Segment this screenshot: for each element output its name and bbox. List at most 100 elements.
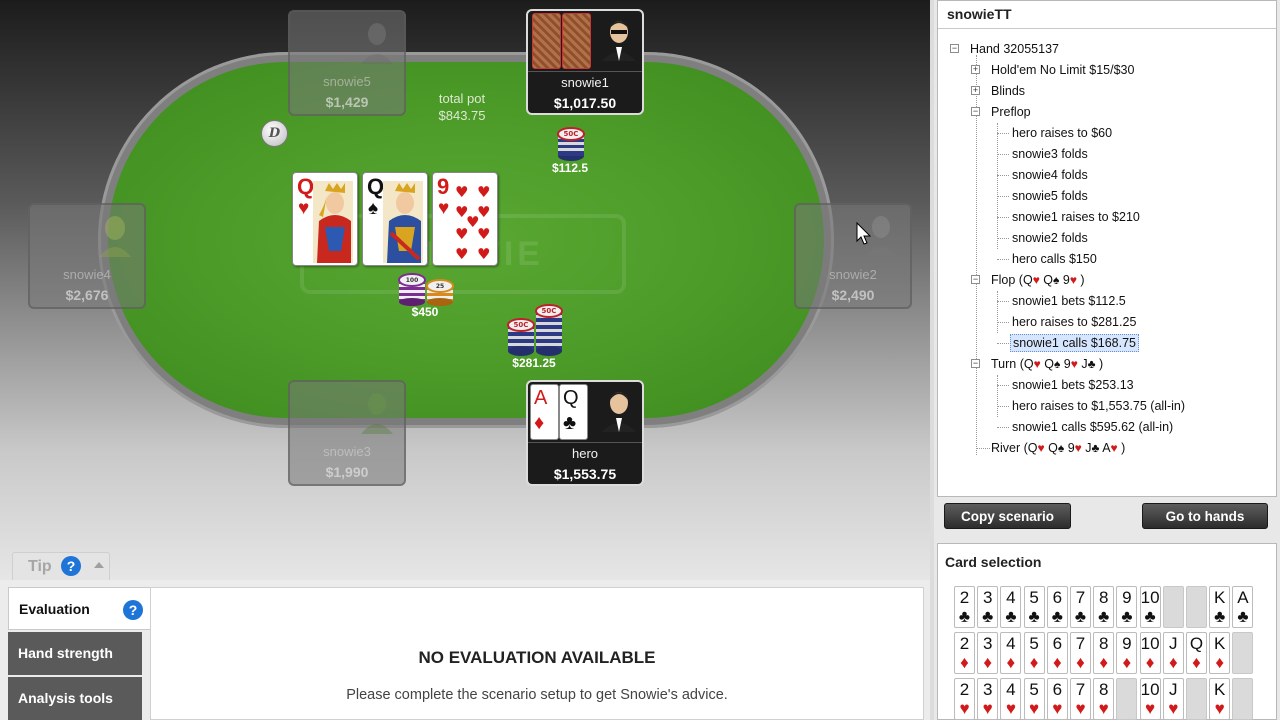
seat-snowie1[interactable]: snowie1 $1,017.50 bbox=[526, 9, 644, 115]
card-select-cell[interactable]: K ♦ bbox=[1209, 632, 1231, 674]
card-select-cell[interactable]: 3 ♥ bbox=[977, 678, 999, 720]
card-select-cell[interactable]: 10 ♥ bbox=[1139, 678, 1161, 720]
seat-name: snowie2 bbox=[829, 267, 877, 282]
card-select-cell[interactable]: 6 ♣ bbox=[1046, 586, 1068, 628]
tree-node-action-selected[interactable]: snowie1 calls $168.75 bbox=[1010, 334, 1139, 352]
card-rank: Q bbox=[1189, 634, 1204, 653]
tree-node-action[interactable]: snowie5 folds bbox=[1012, 187, 1088, 205]
tree-node-river[interactable]: River (Q♥ Q♠ 9♥ J♣ A♥ ) bbox=[991, 439, 1125, 457]
card-select-cell[interactable]: J ♥ bbox=[1162, 678, 1184, 720]
tree-node-action[interactable]: snowie2 folds bbox=[1012, 229, 1088, 247]
collapse-toggle[interactable]: − bbox=[971, 275, 980, 284]
chevron-up-icon[interactable] bbox=[94, 562, 104, 568]
card-rank: 8 bbox=[1098, 680, 1109, 699]
card-select-cell[interactable]: 9 ♣ bbox=[1116, 586, 1138, 628]
card-select-cell[interactable]: 2 ♣ bbox=[954, 586, 975, 628]
seat-hero[interactable]: A ♦ Q ♣ hero $1,553.75 bbox=[526, 380, 644, 486]
seat-snowie4[interactable]: snowie4 $2,676 bbox=[28, 203, 146, 309]
help-icon[interactable]: ? bbox=[123, 600, 143, 620]
hand-history-panel: snowieTT − Hand 32055137 + Hold'em No Li… bbox=[937, 0, 1277, 497]
card-select-cell[interactable]: 6 ♦ bbox=[1046, 632, 1068, 674]
player-avatar-icon bbox=[602, 392, 636, 432]
suit-icon: ♣ bbox=[982, 607, 994, 626]
board-card-3: 9 ♥ ♥ ♥ ♥ ♥ ♥ ♥ ♥ ♥ ♥ bbox=[432, 172, 498, 266]
suit-icon: ♦ bbox=[1099, 653, 1109, 672]
tab-analysis-tools[interactable]: Analysis tools bbox=[8, 677, 142, 720]
tree-node-action[interactable]: snowie1 raises to $210 bbox=[1012, 208, 1140, 226]
card-select-cell[interactable]: K ♣ bbox=[1209, 586, 1231, 628]
card-select-cell[interactable]: Q ♦ bbox=[1186, 632, 1207, 674]
card-select-cell[interactable]: J ♦ bbox=[1162, 632, 1184, 674]
card-select-cell[interactable]: 4 ♦ bbox=[1000, 632, 1022, 674]
help-icon[interactable]: ? bbox=[61, 556, 81, 576]
tab-hand-strength[interactable]: Hand strength bbox=[8, 632, 142, 675]
collapse-toggle[interactable]: − bbox=[971, 359, 980, 368]
card-select-cell[interactable]: 5 ♥ bbox=[1023, 678, 1045, 720]
card-rank: 2 bbox=[959, 680, 970, 699]
card-select-cell[interactable]: 6 ♥ bbox=[1046, 678, 1068, 720]
card-rank: 7 bbox=[1075, 588, 1086, 607]
tree-node-game[interactable]: Hold'em No Limit $15/$30 bbox=[991, 61, 1134, 79]
card-select-cell[interactable]: 8 ♦ bbox=[1093, 632, 1115, 674]
card-select-cell[interactable]: 9 ♦ bbox=[1116, 632, 1138, 674]
card-select-cell[interactable]: 5 ♣ bbox=[1023, 586, 1045, 628]
tree-node-action[interactable]: hero raises to $1,553.75 (all-in) bbox=[1012, 397, 1185, 415]
card-select-cell[interactable]: A ♣ bbox=[1232, 586, 1254, 628]
expand-toggle[interactable]: + bbox=[971, 65, 980, 74]
seat-snowie5[interactable]: snowie5 $1,429 bbox=[288, 10, 406, 116]
tree-node-action[interactable]: snowie1 bets $112.5 bbox=[1012, 292, 1126, 310]
copy-scenario-button[interactable]: Copy scenario bbox=[944, 503, 1071, 529]
card-rank: 5 bbox=[1029, 680, 1039, 699]
tree-node-hand[interactable]: Hand 32055137 bbox=[970, 40, 1059, 58]
chip-label: 50C bbox=[514, 321, 529, 329]
chip-label: 50C bbox=[542, 307, 557, 315]
card-select-cell[interactable]: 2 ♦ bbox=[954, 632, 975, 674]
tree-node-preflop[interactable]: Preflop bbox=[991, 103, 1031, 121]
card-select-cell[interactable]: 4 ♥ bbox=[1000, 678, 1022, 720]
suit-icon: ♦ bbox=[1122, 653, 1132, 672]
heart-icon: ♥ bbox=[1032, 273, 1040, 287]
collapse-toggle[interactable]: − bbox=[971, 107, 980, 116]
card-select-cell[interactable]: 3 ♦ bbox=[977, 632, 999, 674]
tree-node-action[interactable]: snowie3 folds bbox=[1012, 145, 1088, 163]
poker-table-area: SNOWIE total pot $843.75 D snowie5 $1,42… bbox=[0, 0, 930, 580]
card-select-cell[interactable]: 7 ♥ bbox=[1070, 678, 1091, 720]
card-select-cell[interactable]: 5 ♦ bbox=[1023, 632, 1045, 674]
card-select-cell[interactable]: 4 ♣ bbox=[1000, 586, 1022, 628]
tree-node-flop[interactable]: Flop (Q♥ Q♠ 9♥ ) bbox=[991, 271, 1085, 289]
tab-evaluation[interactable]: Evaluation ? bbox=[8, 587, 150, 630]
card-select-cell[interactable]: 3 ♣ bbox=[977, 586, 999, 628]
card-select-cell[interactable]: 7 ♣ bbox=[1070, 586, 1091, 628]
nine-pips-icon: ♥ ♥ ♥ ♥ ♥ ♥ ♥ ♥ ♥ bbox=[455, 183, 490, 263]
card-select-cell[interactable]: 2 ♥ bbox=[954, 678, 975, 720]
card-select-cell[interactable]: 8 ♥ bbox=[1093, 678, 1115, 720]
tree-node-action[interactable]: hero raises to $281.25 bbox=[1012, 313, 1136, 331]
card-select-cell[interactable]: 10 ♦ bbox=[1139, 632, 1161, 674]
tree-node-action[interactable]: snowie1 calls $595.62 (all-in) bbox=[1012, 418, 1173, 436]
chip-label: 100 bbox=[406, 277, 419, 284]
tree-node-action[interactable]: snowie4 folds bbox=[1012, 166, 1088, 184]
tree-node-turn[interactable]: Turn (Q♥ Q♠ 9♥ J♣ ) bbox=[991, 355, 1103, 373]
seat-snowie2[interactable]: snowie2 $2,490 bbox=[794, 203, 912, 309]
card-select-cell[interactable]: K ♥ bbox=[1209, 678, 1231, 720]
seat-snowie3[interactable]: snowie3 $1,990 bbox=[288, 380, 406, 486]
expand-toggle[interactable]: + bbox=[971, 86, 980, 95]
go-to-hands-button[interactable]: Go to hands bbox=[1142, 503, 1268, 529]
tree-node-action[interactable]: snowie1 bets $253.13 bbox=[1012, 376, 1134, 394]
tree-node-blinds[interactable]: Blinds bbox=[991, 82, 1025, 100]
card-select-cell[interactable]: 8 ♣ bbox=[1093, 586, 1115, 628]
tree-node-action[interactable]: hero raises to $60 bbox=[1012, 124, 1112, 142]
total-pot: total pot $843.75 bbox=[420, 90, 504, 124]
card-rank: K bbox=[1214, 634, 1226, 653]
heart-icon: ♥ bbox=[1069, 273, 1077, 287]
collapse-toggle[interactable]: − bbox=[950, 44, 959, 53]
card-rank: 9 bbox=[1122, 634, 1132, 653]
card-select-cell[interactable]: 7 ♦ bbox=[1070, 632, 1091, 674]
seat-name: snowie5 bbox=[323, 74, 371, 89]
tree-node-action[interactable]: hero calls $150 bbox=[1012, 250, 1097, 268]
suit-icon: ♥ bbox=[1052, 699, 1063, 718]
tip-tab[interactable]: Tip ? bbox=[12, 552, 110, 580]
chip-label: 25 bbox=[436, 283, 444, 290]
card-select-cell[interactable]: 10 ♣ bbox=[1139, 586, 1161, 628]
suit-icon: ♥ bbox=[1168, 699, 1179, 718]
